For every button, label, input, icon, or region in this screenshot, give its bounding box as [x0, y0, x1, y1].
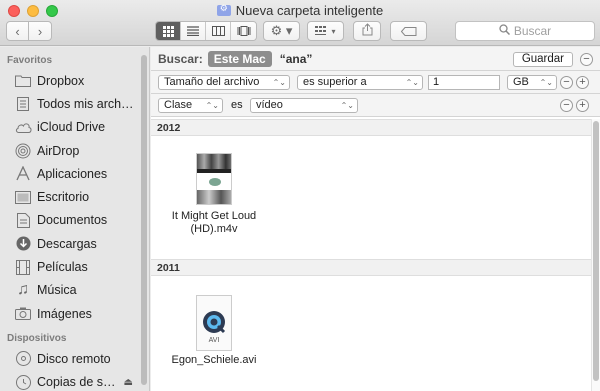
search-field[interactable]: Buscar [455, 21, 595, 41]
rule-value-popup[interactable]: vídeo ⌃⌄ [250, 98, 358, 113]
quicktime-avi-icon: AVI [196, 295, 232, 351]
arrange-menu-button[interactable]: ▾ [307, 21, 344, 41]
chevron-left-icon: ‹ [15, 23, 20, 39]
window-toolbar: Nueva carpeta inteligente ‹ › ⚙ ▾ ▾ [0, 0, 600, 46]
rule-attribute-popup[interactable]: Clase ⌃⌄ [158, 98, 223, 113]
sidebar: Favoritos Dropbox Todos mis arch… iCloud… [0, 47, 150, 391]
file-name: (HD).m4v [190, 223, 238, 235]
rule-value-field[interactable]: 1 [428, 75, 500, 90]
file-item[interactable]: It Might Get Loud (HD).m4v [164, 153, 264, 236]
arrange-icon [315, 24, 329, 39]
rule-operator-popup[interactable]: es superior a ⌃⌄ [297, 75, 423, 90]
chevron-down-icon: ▾ [331, 26, 336, 36]
search-rule-row: Clase ⌃⌄ es vídeo ⌃⌄ − + [151, 94, 600, 117]
add-rule-button[interactable]: + [576, 76, 589, 89]
cloud-icon [14, 119, 32, 135]
search-scope-bar: Buscar: Este Mac “ana” Guardar − [151, 47, 600, 71]
save-button[interactable]: Guardar [512, 52, 573, 67]
sidebar-item-icloud-drive[interactable]: iCloud Drive [0, 116, 149, 139]
share-button[interactable] [353, 21, 381, 41]
remove-rule-button[interactable]: − [560, 99, 573, 112]
chevron-right-icon: › [37, 23, 43, 39]
file-item[interactable]: AVI Egon_Schiele.avi [164, 295, 264, 367]
sidebar-scrollbar[interactable] [141, 55, 147, 385]
remove-rule-button[interactable]: − [560, 76, 573, 89]
forward-button[interactable]: › [28, 21, 52, 41]
eject-icon[interactable]: ⏏ [124, 377, 133, 388]
add-rule-button[interactable]: + [576, 99, 589, 112]
scope-this-mac-button[interactable]: Este Mac [207, 50, 272, 67]
sidebar-item-pictures[interactable]: Imágenes [0, 302, 149, 325]
search-rule-row: Tamaño del archivo ⌃⌄ es superior a ⌃⌄ 1 G… [151, 71, 600, 94]
results-scrollbar[interactable] [591, 119, 600, 391]
file-name: Egon_Schiele.avi [171, 354, 257, 366]
chevron-updown-icon: ⌃⌄ [340, 101, 354, 110]
chevron-updown-icon: ⌃⌄ [405, 78, 419, 87]
sidebar-item-airdrop[interactable]: AirDrop [0, 139, 149, 162]
backup-disk-icon [14, 374, 32, 390]
downloads-icon [14, 236, 32, 252]
action-menu-button[interactable]: ⚙ ▾ [263, 21, 300, 41]
coverflow-view-icon[interactable] [231, 22, 256, 40]
list-view-icon[interactable] [181, 22, 206, 40]
window-title: Nueva carpeta inteligente [0, 3, 600, 18]
sidebar-header-favorites: Favoritos [7, 55, 53, 66]
airdrop-icon [14, 143, 32, 159]
all-files-icon [14, 96, 32, 112]
smart-folder-icon [216, 3, 231, 16]
rule-attribute-popup[interactable]: Tamaño del archivo ⌃⌄ [158, 75, 290, 90]
view-mode-segmented-control [155, 21, 257, 41]
back-button[interactable]: ‹ [6, 21, 29, 41]
finder-content: Buscar: Este Mac “ana” Guardar − Tamaño … [151, 47, 600, 391]
search-placeholder: Buscar [513, 24, 552, 38]
video-thumbnail-icon [196, 153, 232, 205]
sidebar-item-backup-disk[interactable]: Copias de s… ⏏ [0, 371, 149, 391]
share-icon [362, 23, 373, 39]
search-icon [499, 24, 510, 38]
column-view-icon[interactable] [206, 22, 231, 40]
search-scope-label: Buscar: [158, 51, 203, 66]
music-icon: ♫ [17, 281, 29, 299]
chevron-updown-icon: ⌃⌄ [205, 101, 219, 110]
chevron-updown-icon: ⌃⌄ [539, 78, 553, 87]
sidebar-item-applications[interactable]: Aplicaciones [0, 162, 149, 185]
desktop-icon [14, 189, 32, 205]
pictures-icon [14, 306, 32, 322]
results-area: 2012 It Might Get Loud (HD).m4v 2011 AVI… [151, 119, 591, 391]
folder-icon [14, 73, 32, 89]
applications-icon [14, 166, 32, 182]
file-type-badge: AVI [208, 337, 220, 344]
scope-query-button[interactable]: “ana” [280, 52, 313, 66]
file-name: It Might Get Loud [171, 210, 257, 222]
rule-unit-popup[interactable]: GB ⌃⌄ [507, 75, 557, 90]
group-header-2012: 2012 [151, 119, 591, 136]
sidebar-item-desktop[interactable]: Escritorio [0, 185, 149, 208]
results-scroll-thumb[interactable] [593, 121, 599, 381]
group-header-2011: 2011 [151, 259, 591, 276]
icon-view-icon[interactable] [156, 22, 181, 40]
remove-scope-button[interactable]: − [580, 53, 593, 66]
sidebar-item-remote-disc[interactable]: Disco remoto [0, 347, 149, 370]
sidebar-item-all-files[interactable]: Todos mis arch… [0, 92, 149, 115]
movies-icon [14, 259, 32, 275]
sidebar-item-documents[interactable]: Documentos [0, 209, 149, 232]
sidebar-item-movies[interactable]: Películas [0, 255, 149, 278]
tag-button[interactable] [390, 21, 427, 41]
rule-operator-label: es [231, 99, 243, 111]
remote-disc-icon [14, 351, 32, 367]
tag-icon [400, 24, 417, 39]
sidebar-item-music[interactable]: ♫ Música [0, 279, 149, 302]
sidebar-header-devices: Dispositivos [7, 333, 67, 345]
sidebar-item-dropbox[interactable]: Dropbox [0, 69, 149, 92]
sidebar-item-downloads[interactable]: Descargas [0, 232, 149, 255]
gear-icon: ⚙ ▾ [270, 23, 293, 38]
chevron-updown-icon: ⌃⌄ [272, 78, 286, 87]
documents-icon [14, 212, 32, 228]
